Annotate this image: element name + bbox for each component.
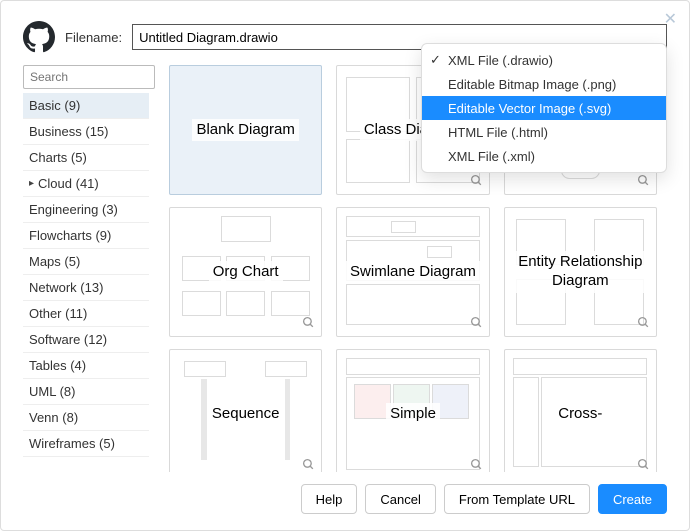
create-button[interactable]: Create bbox=[598, 484, 667, 514]
magnify-icon[interactable] bbox=[302, 458, 315, 472]
close-icon[interactable]: ✕ bbox=[664, 9, 677, 29]
category-label: Basic (9) bbox=[29, 98, 80, 113]
magnify-icon[interactable] bbox=[637, 174, 650, 190]
category-label: Software (12) bbox=[29, 332, 107, 347]
filetype-option[interactable]: XML File (.drawio) bbox=[422, 48, 666, 72]
category-label: Engineering (3) bbox=[29, 202, 118, 217]
magnify-icon[interactable] bbox=[302, 316, 315, 332]
new-diagram-dialog: ✕ Filename: Basic (9) Business (15) Charts… bbox=[0, 0, 690, 531]
category-label: Network (13) bbox=[29, 280, 103, 295]
template-tile[interactable]: Swimlane Diagram bbox=[336, 207, 489, 337]
category-item[interactable]: Network (13) bbox=[23, 275, 149, 301]
footer: Help Cancel From Template URL Create bbox=[23, 484, 667, 514]
magnify-icon[interactable] bbox=[637, 316, 650, 332]
category-label: UML (8) bbox=[29, 384, 75, 399]
template-tile[interactable]: Org Chart bbox=[169, 207, 322, 337]
filetype-dropdown: XML File (.drawio)Editable Bitmap Image … bbox=[421, 43, 667, 173]
template-tile[interactable]: Simple bbox=[336, 349, 489, 472]
category-item[interactable]: Engineering (3) bbox=[23, 197, 149, 223]
search-input[interactable] bbox=[30, 70, 185, 84]
template-title: Blank Diagram bbox=[192, 119, 298, 142]
category-item[interactable]: UML (8) bbox=[23, 379, 149, 405]
filetype-option[interactable]: Editable Vector Image (.svg) bbox=[422, 96, 666, 120]
category-item[interactable]: Wireframes (5) bbox=[23, 431, 149, 457]
template-tile[interactable]: Sequence bbox=[169, 349, 322, 472]
template-title: Org Chart bbox=[209, 261, 283, 284]
filetype-option[interactable]: HTML File (.html) bbox=[422, 120, 666, 144]
filetype-option[interactable]: XML File (.xml) bbox=[422, 144, 666, 168]
category-label: Venn (8) bbox=[29, 410, 78, 425]
github-icon bbox=[23, 21, 55, 53]
filename-label: Filename: bbox=[65, 30, 122, 45]
category-label: Business (15) bbox=[29, 124, 108, 139]
template-tile[interactable]: Entity Relationship Diagram bbox=[504, 207, 657, 337]
category-label: Charts (5) bbox=[29, 150, 87, 165]
search-wrap bbox=[23, 65, 155, 89]
template-title: Swimlane Diagram bbox=[346, 261, 480, 284]
sidebar: Basic (9) Business (15) Charts (5) ▸ Cloud (… bbox=[23, 65, 155, 472]
template-title: Cross- bbox=[554, 403, 606, 426]
category-item[interactable]: Tables (4) bbox=[23, 353, 149, 379]
template-tile[interactable]: Cross- bbox=[504, 349, 657, 472]
category-label: Flowcharts (9) bbox=[29, 228, 111, 243]
category-item[interactable]: Basic (9) bbox=[23, 93, 149, 119]
magnify-icon[interactable] bbox=[470, 316, 483, 332]
category-item[interactable]: Other (11) bbox=[23, 301, 149, 327]
category-label: Wireframes (5) bbox=[29, 436, 115, 451]
template-title: Entity Relationship Diagram bbox=[505, 251, 656, 293]
magnify-icon[interactable] bbox=[470, 174, 483, 190]
magnify-icon[interactable] bbox=[470, 458, 483, 472]
category-item[interactable]: Charts (5) bbox=[23, 145, 149, 171]
category-item[interactable]: Maps (5) bbox=[23, 249, 149, 275]
template-title: Sequence bbox=[208, 403, 284, 426]
category-label: Maps (5) bbox=[29, 254, 80, 269]
help-button[interactable]: Help bbox=[301, 484, 358, 514]
template-tile[interactable]: Blank Diagram bbox=[169, 65, 322, 195]
category-item[interactable]: ▸ Cloud (41) bbox=[23, 171, 149, 197]
category-item[interactable]: Venn (8) bbox=[23, 405, 149, 431]
cancel-button[interactable]: Cancel bbox=[365, 484, 435, 514]
chevron-right-icon: ▸ bbox=[29, 178, 34, 189]
from-template-url-button[interactable]: From Template URL bbox=[444, 484, 590, 514]
category-item[interactable]: Flowcharts (9) bbox=[23, 223, 149, 249]
category-item[interactable]: Software (12) bbox=[23, 327, 149, 353]
category-label: Cloud (41) bbox=[38, 176, 99, 191]
category-item[interactable]: Business (15) bbox=[23, 119, 149, 145]
filetype-option[interactable]: Editable Bitmap Image (.png) bbox=[422, 72, 666, 96]
category-label: Tables (4) bbox=[29, 358, 86, 373]
category-label: Other (11) bbox=[29, 306, 87, 321]
category-list: Basic (9) Business (15) Charts (5) ▸ Cloud (… bbox=[23, 93, 155, 472]
template-title: Simple bbox=[386, 403, 440, 426]
magnify-icon[interactable] bbox=[637, 458, 650, 472]
